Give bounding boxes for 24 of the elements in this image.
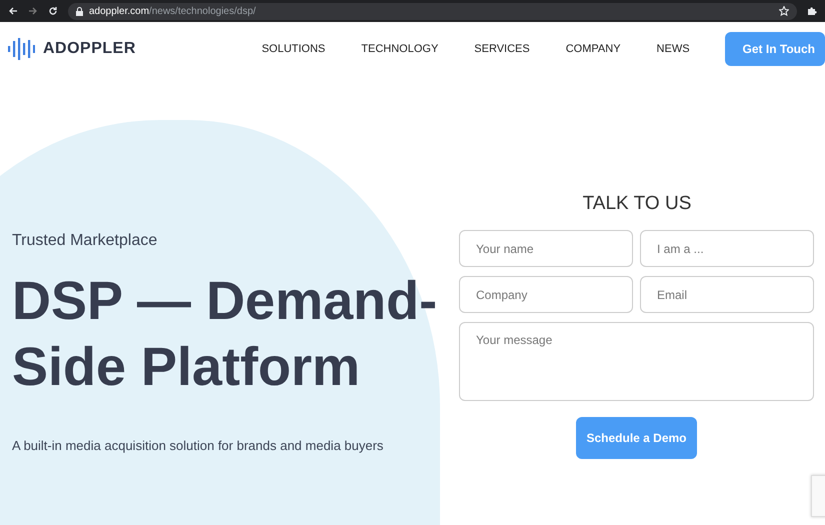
puzzle-icon[interactable] [807, 6, 817, 16]
lock-icon [76, 6, 83, 16]
forward-icon[interactable] [28, 6, 38, 16]
hero-title: DSP — Demand-Side Platform [12, 270, 438, 399]
logo-text: ADOPPLER [43, 40, 136, 58]
input-field[interactable]: Company [459, 276, 633, 313]
input-field[interactable]: Your name [459, 230, 633, 267]
nav-link[interactable]: SERVICES [456, 42, 548, 54]
address-bar[interactable]: adoppler.com/news/technologies/dsp/ [68, 2, 797, 20]
url-text: adoppler.com/news/technologies/dsp/ [89, 6, 256, 16]
nav-link[interactable]: TECHNOLOGY [343, 42, 456, 54]
input-field[interactable]: Email [640, 276, 814, 313]
nav-link[interactable]: SOLUTIONS [244, 42, 344, 54]
form-title: TALK TO US [582, 193, 692, 215]
hero-eyebrow: Trusted Marketplace [12, 232, 158, 250]
nav-link[interactable]: COMPANY [548, 42, 639, 54]
message-field[interactable]: Your message [459, 322, 814, 401]
star-icon[interactable] [779, 6, 789, 16]
logo-bars-icon [8, 38, 35, 60]
reload-icon[interactable] [48, 6, 58, 16]
nav-link[interactable]: NEWS [638, 42, 708, 54]
hero-subtitle: A built-in media acquisition solution for brands and media buyers [12, 438, 384, 453]
input-field[interactable]: I am a ... [640, 230, 814, 267]
back-icon[interactable] [8, 6, 18, 16]
